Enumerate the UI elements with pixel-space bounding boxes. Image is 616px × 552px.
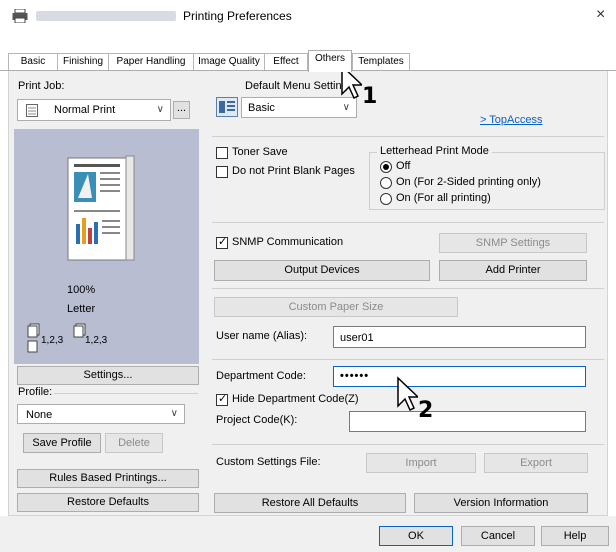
department-code-value: •••••• [340, 370, 370, 382]
restore-all-defaults-button[interactable]: Restore All Defaults [214, 493, 406, 513]
menu-setting-icon [216, 97, 238, 117]
section-divider [212, 222, 604, 223]
custom-settings-label: Custom Settings File: [216, 456, 321, 468]
settings-button[interactable]: Settings... [17, 366, 199, 385]
profile-select[interactable]: None ∨ [17, 404, 185, 424]
blurred-printer-name [36, 11, 176, 21]
toner-save-label: Toner Save [232, 146, 288, 158]
toner-save-checkbox[interactable] [216, 147, 228, 159]
chevron-down-icon: ∨ [156, 104, 164, 115]
help-button[interactable]: Help [541, 526, 609, 546]
profile-divider [54, 393, 198, 394]
snmp-label: SNMP Communication [232, 236, 344, 248]
user-name-label: User name (Alias): [216, 330, 308, 342]
preview-zoom: 100% [67, 284, 96, 296]
snmp-checkbox[interactable] [216, 235, 228, 249]
letterhead-off-label: Off [396, 160, 411, 172]
topaccess-link[interactable]: > TopAccess [480, 114, 542, 126]
window-title: Printing Preferences [183, 9, 292, 23]
rules-based-printings-button[interactable]: Rules Based Printings... [17, 469, 199, 488]
collate-stack-icon [73, 323, 86, 338]
project-code-label: Project Code(K): [216, 414, 298, 426]
import-button[interactable]: Import [366, 453, 476, 473]
add-printer-button[interactable]: Add Printer [439, 260, 587, 281]
hide-department-checkbox[interactable] [216, 392, 228, 406]
letterhead-label: Letterhead Print Mode [377, 145, 492, 157]
callout-number-1: 1 [362, 84, 378, 109]
no-blank-pages-label: Do not Print Blank Pages [232, 165, 355, 177]
print-job-select[interactable]: Normal Print ∨ [17, 99, 171, 121]
tab-paper-handling[interactable]: Paper Handling [108, 53, 194, 71]
collate-sequence-1: 1,2,3 [41, 335, 64, 346]
pointer-cursor-icon [397, 376, 418, 412]
print-job-options-button[interactable]: ... [173, 101, 190, 119]
default-menu-value: Basic [248, 102, 275, 114]
department-code-field[interactable]: •••••• [333, 366, 586, 387]
page-preview-image [67, 155, 135, 261]
cancel-button[interactable]: Cancel [461, 526, 535, 546]
output-devices-button[interactable]: Output Devices [214, 260, 430, 281]
hide-department-label: Hide Department Code(Z) [232, 393, 359, 405]
section-divider [212, 444, 604, 445]
document-icon [26, 104, 38, 117]
title-bar: Printing Preferences × [0, 0, 616, 32]
tab-image-quality[interactable]: Image Quality [193, 53, 265, 71]
collate-sequence-2: 1,2,3 [85, 335, 108, 346]
export-button[interactable]: Export [484, 453, 588, 473]
preview-paper-size: Letter [67, 303, 96, 315]
chevron-down-icon: ∨ [342, 102, 350, 113]
letterhead-2sided-radio[interactable] [380, 177, 392, 189]
user-name-field[interactable]: user01 [333, 326, 586, 348]
delete-profile-button[interactable]: Delete [105, 433, 163, 453]
default-menu-label: Default Menu Setting [245, 80, 348, 92]
callout-number-2: 2 [418, 398, 434, 423]
default-menu-select[interactable]: Basic ∨ [241, 97, 357, 118]
tab-effect[interactable]: Effect [264, 53, 308, 71]
section-divider [212, 359, 604, 360]
letterhead-off-radio[interactable] [380, 161, 392, 173]
print-preview: 100% Letter 1,2,3 1,2,3 [14, 129, 199, 364]
print-job-label: Print Job: [18, 80, 65, 92]
letterhead-2sided-label: On (For 2-Sided printing only) [396, 176, 541, 188]
section-divider [212, 136, 604, 137]
tab-basic[interactable]: Basic [8, 53, 58, 71]
user-name-value: user01 [340, 332, 374, 344]
collate-icon [27, 323, 40, 353]
tab-finishing[interactable]: Finishing [57, 53, 109, 71]
letterhead-all-label: On (For all printing) [396, 192, 491, 204]
chevron-down-icon: ∨ [170, 408, 178, 419]
version-information-button[interactable]: Version Information [414, 493, 588, 513]
project-code-field[interactable] [349, 411, 586, 432]
letterhead-all-radio[interactable] [380, 193, 392, 205]
snmp-settings-button[interactable]: SNMP Settings [439, 233, 587, 253]
print-job-value: Normal Print [54, 104, 116, 116]
tab-others[interactable]: Others [308, 50, 352, 72]
profile-value: None [26, 409, 53, 421]
printer-icon [12, 9, 28, 23]
no-blank-pages-checkbox[interactable] [216, 166, 228, 178]
ok-button[interactable]: OK [379, 526, 453, 546]
custom-paper-size-button[interactable]: Custom Paper Size [214, 297, 458, 317]
department-code-label: Department Code: [216, 370, 306, 382]
restore-defaults-button[interactable]: Restore Defaults [17, 493, 199, 512]
save-profile-button[interactable]: Save Profile [23, 433, 101, 453]
close-button[interactable]: × [596, 6, 605, 24]
profile-label: Profile: [18, 386, 53, 398]
section-divider [212, 288, 604, 289]
